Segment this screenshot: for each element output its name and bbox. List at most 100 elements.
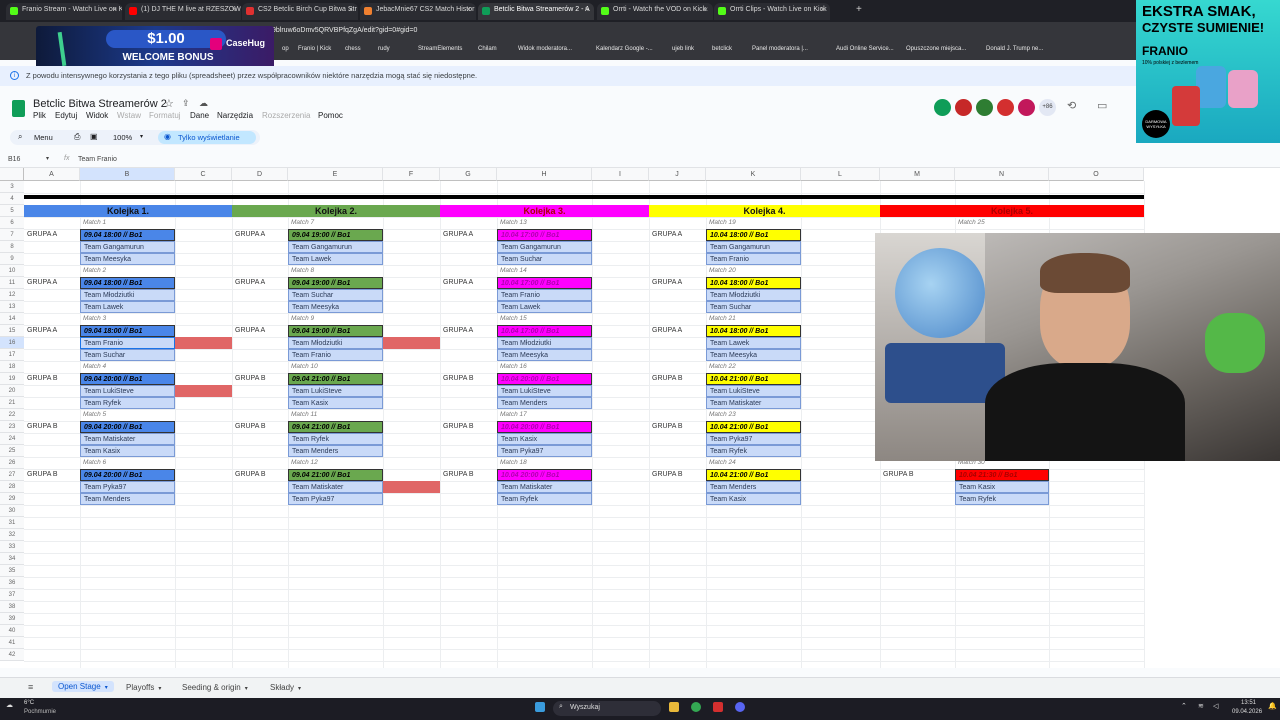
highlight-cell[interactable]	[175, 337, 232, 349]
column-header[interactable]: O	[1049, 168, 1144, 181]
notification-icon[interactable]: 🔔	[1268, 702, 1277, 710]
team-cell[interactable]: Team Menders	[80, 493, 175, 505]
selected-cell[interactable]	[80, 337, 175, 349]
bookmark-item[interactable]: StreamElements	[418, 46, 462, 52]
row-header[interactable]: 20	[0, 385, 24, 397]
row-header[interactable]: 32	[0, 529, 24, 541]
sheets-logo-icon[interactable]	[12, 100, 25, 117]
row-header[interactable]: 26	[0, 457, 24, 469]
match-time[interactable]: 10.04 21:00 // Bo1	[706, 469, 801, 481]
team-cell[interactable]: Team Suchar	[497, 253, 592, 265]
row-header[interactable]: 17	[0, 349, 24, 361]
row-header[interactable]: 22	[0, 409, 24, 421]
team-cell[interactable]: Team Ryfek	[497, 493, 592, 505]
match-time[interactable]: 10.04 18:00 // Bo1	[706, 229, 801, 241]
menu-item-pomoc[interactable]: Pomoc	[318, 111, 343, 120]
team-cell[interactable]: Team Kasix	[497, 433, 592, 445]
team-cell[interactable]: Team Menders	[288, 445, 383, 457]
move-icon[interactable]: ⇪	[182, 98, 190, 109]
chevron-down-icon[interactable]: ▾	[158, 686, 161, 692]
address-url[interactable]: 9blruw6oDmv5QRVBPfqZgA/edit?gid=0#gid=0	[272, 27, 417, 34]
team-cell[interactable]: Team Menders	[497, 397, 592, 409]
column-header[interactable]: B	[80, 168, 175, 181]
weather-temp[interactable]: 6°C	[24, 700, 34, 706]
close-icon[interactable]: ×	[820, 5, 825, 14]
new-tab-icon[interactable]: +	[856, 4, 862, 15]
clock-date[interactable]: 09.04.2026	[1232, 709, 1262, 715]
row-header[interactable]: 31	[0, 517, 24, 529]
team-cell[interactable]: Team Ryfek	[288, 433, 383, 445]
column-header[interactable]: L	[801, 168, 880, 181]
browser-tab[interactable]: Orrti - Watch the VOD on Kick ×	[597, 3, 713, 20]
weather-desc[interactable]: Pochmurnie	[24, 709, 56, 715]
team-cell[interactable]: Team Kasix	[706, 493, 801, 505]
team-cell[interactable]: Team Gangamurun	[706, 241, 801, 253]
team-cell[interactable]: Team Gangamurun	[80, 241, 175, 253]
chevron-down-icon[interactable]: ▾	[245, 686, 248, 692]
windows-start-icon[interactable]	[535, 702, 545, 712]
team-cell[interactable]: Team Suchar	[288, 289, 383, 301]
column-header[interactable]: N	[955, 168, 1049, 181]
row-header[interactable]: 29	[0, 493, 24, 505]
collaborator-avatar[interactable]	[976, 99, 993, 116]
browser-tab[interactable]: (1) DJ THE M live at RZESZOW ×	[125, 3, 241, 20]
bookmark-item[interactable]: Panel moderatora |...	[752, 46, 808, 52]
collaborator-avatar[interactable]	[955, 99, 972, 116]
row-header[interactable]: 27	[0, 469, 24, 481]
team-cell[interactable]: Team Lawek	[706, 337, 801, 349]
history-icon[interactable]: ⟲	[1067, 99, 1076, 112]
collaborator-avatar[interactable]	[1018, 99, 1035, 116]
bookmark-item[interactable]: Kalendarz Google -...	[596, 46, 653, 52]
match-time[interactable]: 09.04 21:00 // Bo1	[288, 373, 383, 385]
menu-item-rozszerzenia[interactable]: Rozszerzenia	[262, 111, 310, 120]
team-cell[interactable]: Team Lawek	[80, 301, 175, 313]
column-header[interactable]: H	[497, 168, 592, 181]
team-cell[interactable]: Team LukiSteve	[288, 385, 383, 397]
match-time[interactable]: 10.04 20:00 // Bo1	[497, 373, 592, 385]
match-time[interactable]: 09.04 19:00 // Bo1	[288, 229, 383, 241]
wifi-icon[interactable]: ≋	[1198, 702, 1204, 710]
row-header[interactable]: 34	[0, 553, 24, 565]
team-cell[interactable]: Team Gangamurun	[288, 241, 383, 253]
weather-icon[interactable]: ☁	[6, 701, 13, 709]
team-cell[interactable]: Team Matiskater	[497, 481, 592, 493]
column-header[interactable]: C	[175, 168, 232, 181]
team-cell[interactable]: Team LukiSteve	[80, 385, 175, 397]
row-header[interactable]: 38	[0, 601, 24, 613]
chevron-down-icon[interactable]: ▾	[298, 686, 301, 692]
row-header[interactable]: 28	[0, 481, 24, 493]
team-cell[interactable]: Team Franio	[288, 349, 383, 361]
row-header[interactable]: 21	[0, 397, 24, 409]
close-icon[interactable]: ×	[112, 5, 117, 14]
sheet-tab[interactable]: Składy ▾	[270, 683, 301, 692]
view-only-button[interactable]: Tylko wyświetlanie	[178, 133, 240, 142]
match-time[interactable]: 10.04 20:00 // Bo1	[497, 421, 592, 433]
volume-icon[interactable]: ◁	[1213, 702, 1218, 710]
menu-item-dane[interactable]: Dane	[190, 111, 209, 120]
match-time[interactable]: 09.04 19:00 // Bo1	[288, 277, 383, 289]
match-time[interactable]: 10.04 17:00 // Bo1	[497, 277, 592, 289]
row-header[interactable]: 30	[0, 505, 24, 517]
row-header[interactable]: 42	[0, 649, 24, 661]
match-time[interactable]: 10.04 21:30 // Bo1	[955, 469, 1049, 481]
casehug-ad[interactable]: $1.00 WELCOME BONUS CaseHug	[36, 26, 274, 70]
team-cell[interactable]: Team Młodziutki	[497, 337, 592, 349]
column-header[interactable]: A	[24, 168, 80, 181]
row-header[interactable]: 14	[0, 313, 24, 325]
meet-icon[interactable]: ▭	[1097, 99, 1107, 112]
collaborator-avatars[interactable]: +86	[934, 99, 1064, 117]
browser-tab[interactable]: JebacMnie67 CS2 Match Histor ×	[360, 3, 476, 20]
match-time[interactable]: 10.04 21:00 // Bo1	[706, 421, 801, 433]
row-header[interactable]: 35	[0, 565, 24, 577]
bookmark-item[interactable]: rudy	[378, 46, 390, 52]
row-header[interactable]: 37	[0, 589, 24, 601]
team-cell[interactable]: Team Pyka97	[288, 493, 383, 505]
team-cell[interactable]: Team LukiSteve	[497, 385, 592, 397]
taskbar-search[interactable]: ⌕ Wyszukaj	[553, 701, 661, 716]
team-cell[interactable]: Team Ryfek	[955, 493, 1049, 505]
team-cell[interactable]: Team Gangamurun	[497, 241, 592, 253]
menu-item-narzędzia[interactable]: Narzędzia	[217, 111, 253, 120]
team-cell[interactable]: Team Menders	[706, 481, 801, 493]
team-cell[interactable]: Team Pyka97	[80, 481, 175, 493]
row-header[interactable]: 24	[0, 433, 24, 445]
